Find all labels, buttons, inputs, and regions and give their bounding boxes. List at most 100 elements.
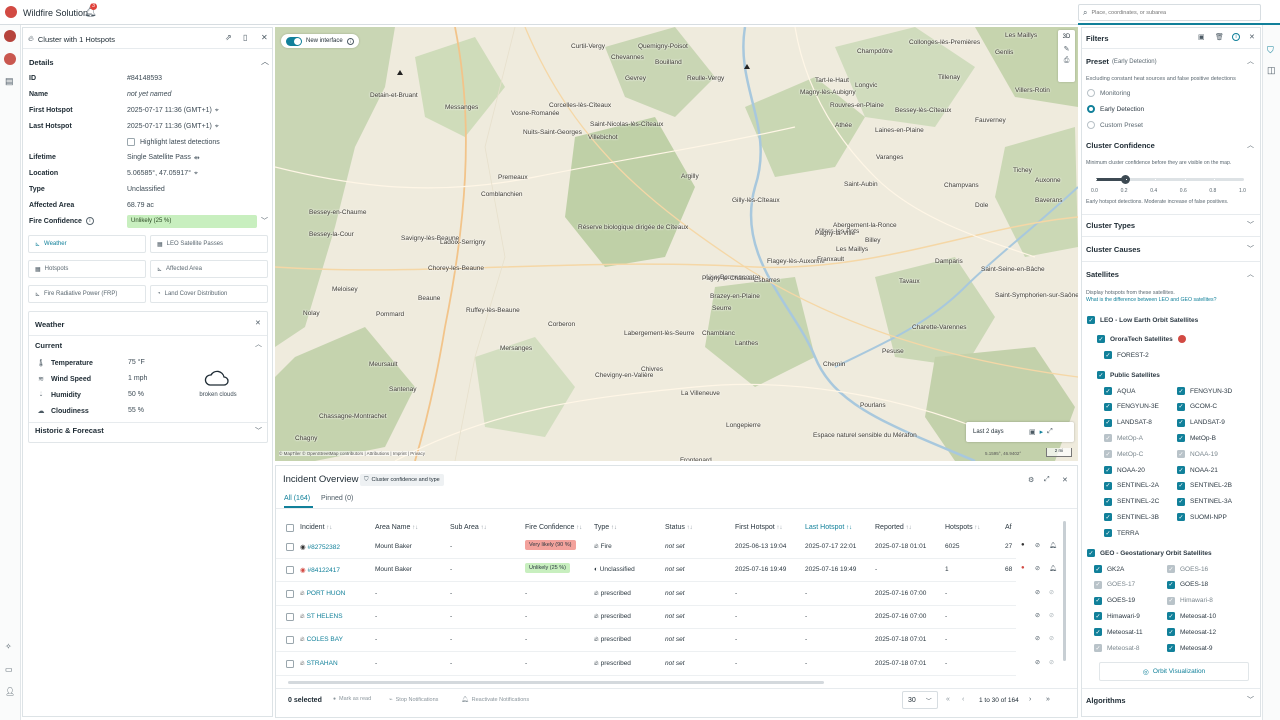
page-size-select[interactable]: 30 ﹀ (902, 691, 938, 709)
fullscreen-icon[interactable]: ⤢ (1047, 428, 1053, 436)
column-header[interactable]: Reported ↑↓ (875, 524, 911, 531)
radio-button[interactable] (1087, 105, 1095, 113)
ororatech-checkbox[interactable]: ✓ (1097, 335, 1105, 343)
leo-checkbox[interactable]: ✓ (1087, 316, 1095, 324)
satellite-checkbox[interactable]: ✓ (1167, 596, 1175, 605)
save-icon[interactable]: ▣ (1198, 33, 1205, 41)
incident-link[interactable]: 🔥︎ ST HELENS (300, 613, 343, 621)
forest-2-item[interactable]: ✓ FOREST-2 (1104, 351, 1149, 359)
satellite-checkbox[interactable]: ✓ (1177, 481, 1185, 490)
satellite-checkbox[interactable]: ✓ (1104, 402, 1112, 411)
satellite-item[interactable]: ✓ NOAA-20 (1104, 466, 1145, 474)
geo-checkbox[interactable]: ✓ (1087, 549, 1095, 557)
satellite-checkbox[interactable]: ✓ (1104, 434, 1112, 443)
satellite-item[interactable]: ✓ SENTINEL-2C (1104, 497, 1159, 506)
next-page-icon[interactable]: › (1029, 696, 1031, 703)
row-checkbox[interactable] (286, 543, 294, 551)
row-checkbox[interactable] (286, 589, 294, 598)
close-icon[interactable]: ✕ (261, 33, 268, 42)
satellite-checkbox[interactable]: ✓ (1104, 387, 1112, 395)
historic-forecast-heading[interactable]: Historic & Forecast (35, 426, 104, 435)
satellite-checkbox[interactable]: ✓ (1094, 565, 1102, 573)
pin-off-icon[interactable]: ⊘ (1049, 611, 1055, 619)
incident-id[interactable]: STRAHAN (307, 660, 338, 667)
column-header[interactable]: Hotspots ↑↓ (945, 524, 980, 531)
filter-icon[interactable]: ⛉ (1267, 45, 1274, 56)
leo-group[interactable]: ✓ LEO - Low Earth Orbit Satellites (1087, 316, 1198, 324)
new-interface-toggle[interactable]: New interface i (281, 34, 359, 48)
hotspots-button[interactable]: ▦ Hotspots (28, 260, 146, 278)
satellite-checkbox[interactable]: ✓ (1104, 513, 1112, 522)
info-icon[interactable]: i (85, 217, 94, 225)
pin-icon[interactable]: ⌖ (194, 170, 198, 178)
chat-icon[interactable]: ▭ (5, 665, 13, 674)
public-group[interactable]: ✓ Public Satellites (1097, 371, 1160, 379)
sort-icon[interactable]: ↑↓ (904, 525, 911, 531)
landcover-button[interactable]: ◔ Land Cover Distribution (150, 285, 268, 303)
stop-notifications-button[interactable]: ⌁ Stop Notifications (389, 696, 438, 704)
satellite-item[interactable]: ✓ FENGYUN-3D (1177, 387, 1232, 395)
info-icon[interactable]: i (346, 37, 354, 45)
user-icon[interactable]: 👤︎ (5, 687, 15, 696)
orbit-visualization-button[interactable]: ◎ Orbit Visualization (1099, 662, 1249, 681)
hotspot-marker[interactable] (744, 64, 750, 69)
weather-button[interactable]: ⊾ Weather (28, 235, 146, 253)
satellite-checkbox[interactable]: ✓ (1094, 612, 1102, 621)
first-page-icon[interactable]: « (946, 696, 950, 703)
time-range-control[interactable]: Last 2 days ▣ ▸ ⤢ (966, 422, 1074, 442)
highlight-toggle[interactable]: Highlight latest detections (127, 138, 220, 146)
satellite-item[interactable]: ✓ SENTINEL-2B (1177, 481, 1232, 490)
satellite-item[interactable]: ✓ SENTINEL-3A (1177, 497, 1232, 506)
leo-passes-button[interactable]: ▦ LEO Satellite Passes (150, 235, 268, 253)
chevron-up-icon[interactable]: ︿ (1247, 56, 1254, 66)
chevron-down-icon[interactable]: ﹀ (261, 216, 268, 226)
settings-icon[interactable]: ✧ (5, 642, 12, 651)
satellite-item[interactable]: ✓ LANDSAT-8 (1104, 418, 1152, 427)
play-icon[interactable]: ▸ (1040, 428, 1044, 436)
incident-id[interactable]: #84122417 (307, 567, 340, 574)
reactivate-notifications-button[interactable]: 🔔︎ Reactivate Notifications (461, 696, 529, 704)
satellite-item[interactable]: ✓ GOES-16 (1167, 565, 1208, 573)
panel-icon[interactable]: ◫ (1267, 65, 1276, 76)
satellite-item[interactable]: ✓ Himawari-9 (1094, 612, 1140, 621)
row-checkbox[interactable] (286, 566, 294, 575)
column-header[interactable]: Sub Area ↑↓ (450, 524, 486, 531)
record-dot-icon[interactable]: ● (1021, 542, 1025, 548)
incident-link[interactable]: 🔥︎ PORT HUON (300, 590, 345, 598)
map-attribution[interactable]: © MapTiler © OpenStreetMap contributors … (279, 451, 426, 456)
satellite-item[interactable]: ✓ MetOp-A (1104, 434, 1143, 443)
column-header[interactable]: Af (1005, 524, 1012, 531)
satellite-item[interactable]: ✓ SENTINEL-3B (1104, 513, 1159, 522)
row-checkbox[interactable] (286, 659, 294, 668)
search-input[interactable] (1091, 9, 1252, 16)
chevron-down-icon[interactable]: ﹀ (1247, 695, 1254, 705)
cluster-nav-icon[interactable] (4, 53, 16, 65)
calendar-icon[interactable]: ▣ (1029, 428, 1036, 436)
satellite-item[interactable]: ✓ FENGYUN-3E (1104, 402, 1159, 411)
satellite-checkbox[interactable]: ✓ (1177, 402, 1185, 411)
satellite-item[interactable]: ✓ SUOMI-NPP (1177, 513, 1227, 522)
satellite-checkbox[interactable]: ✓ (1177, 450, 1185, 459)
incident-id[interactable]: COLES BAY (307, 636, 343, 643)
satellite-checkbox[interactable]: ✓ (1167, 628, 1175, 637)
preset-heading[interactable]: Preset (Early Detection) (1086, 57, 1157, 66)
satellite-checkbox[interactable]: ✓ (1094, 628, 1102, 637)
pin-off-icon[interactable]: ⊘ (1035, 611, 1041, 619)
sort-icon[interactable]: ↑↓ (973, 525, 980, 531)
camera-icon[interactable]: ⎙ (1058, 57, 1075, 65)
satellite-checkbox[interactable]: ✓ (1167, 644, 1175, 652)
satellite-item[interactable]: ✓ AQUA (1104, 387, 1135, 395)
layers-icon[interactable]: ▤ (5, 76, 14, 87)
radio-button[interactable] (1087, 89, 1095, 97)
last-page-icon[interactable]: » (1046, 696, 1050, 703)
satellites-heading[interactable]: Satellites (1086, 270, 1119, 279)
sort-icon[interactable]: ↑↓ (325, 525, 332, 531)
satellite-checkbox[interactable]: ✓ (1167, 612, 1175, 621)
close-icon[interactable]: ✕ (255, 319, 261, 327)
algorithms-heading[interactable]: Algorithms (1086, 696, 1126, 705)
record-dot-icon[interactable]: ● (1021, 565, 1025, 572)
satellite-checkbox[interactable]: ✓ (1104, 450, 1112, 459)
ororatech-group[interactable]: ✓ OroraTech Satellites (1097, 335, 1186, 343)
frp-button[interactable]: ⊾ Fire Radiative Power (FRP) (28, 285, 146, 303)
3d-button[interactable]: 3D (1058, 34, 1075, 40)
